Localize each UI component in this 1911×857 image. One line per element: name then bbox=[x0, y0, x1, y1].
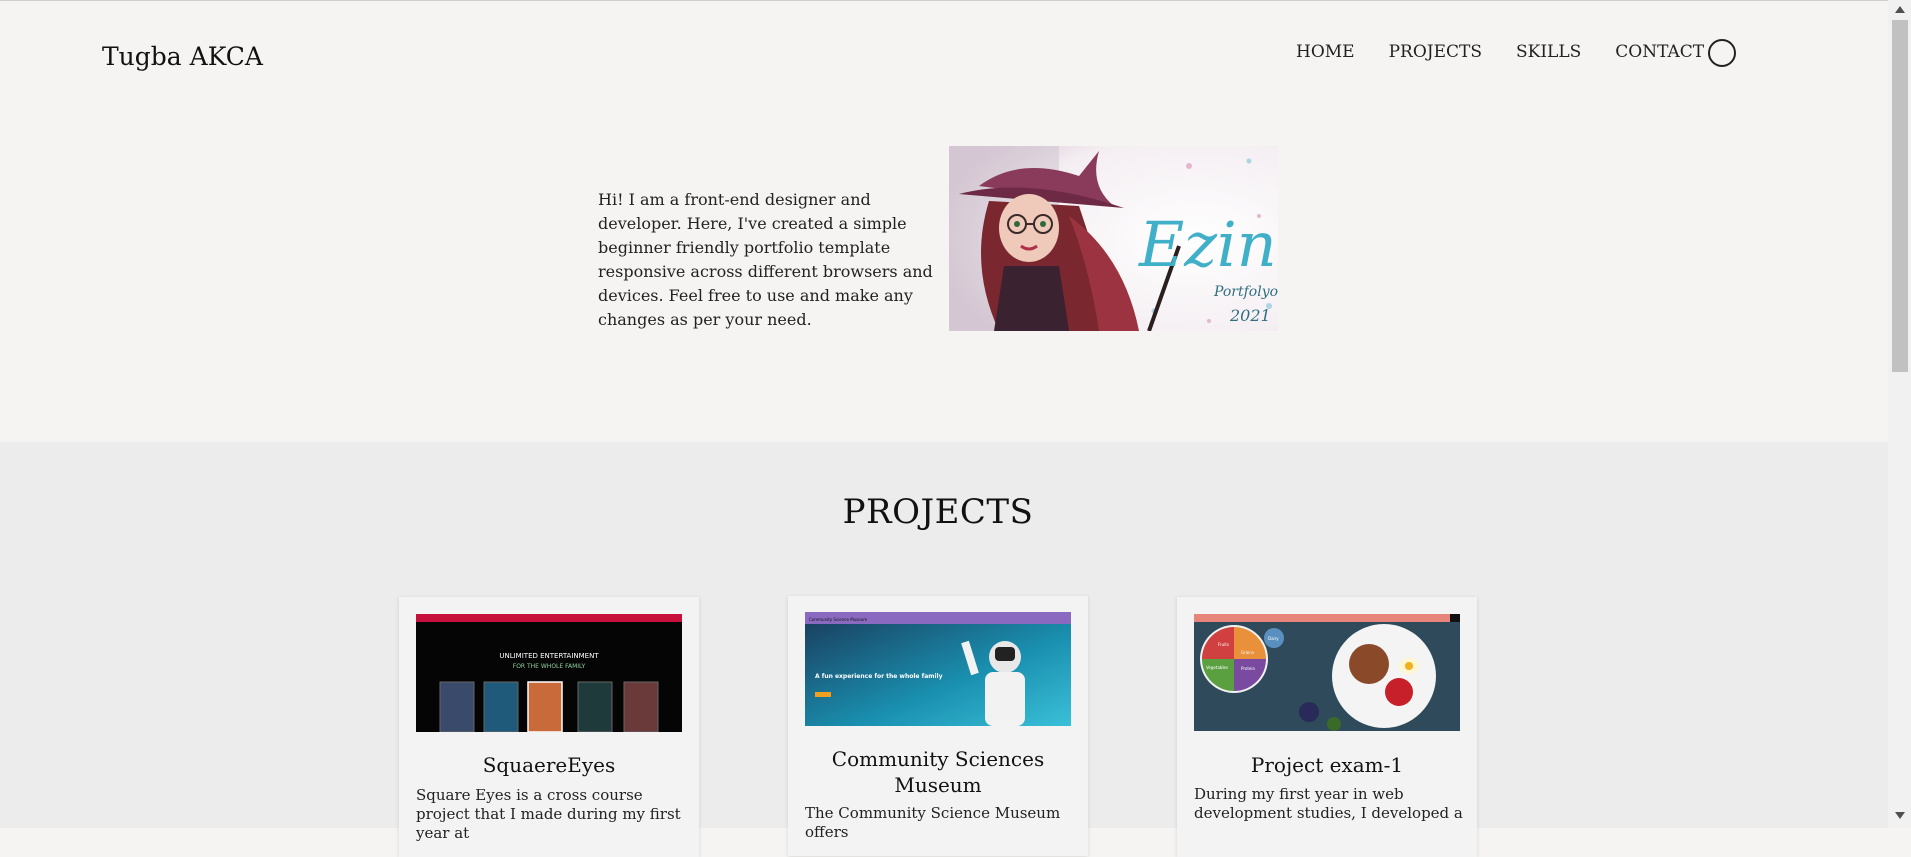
year-caption: 2021 bbox=[1229, 306, 1271, 325]
project-title: SquaereEyes bbox=[482, 753, 616, 777]
site-logo[interactable]: Tugba AKCA bbox=[102, 42, 263, 71]
signature-text: Ezin bbox=[1138, 208, 1277, 281]
label-fruits: Fruits bbox=[1218, 642, 1229, 647]
main-nav: HOME PROJECTS SKILLS CONTACT bbox=[1296, 42, 1704, 62]
museum-headline: A fun experience for the whole family bbox=[815, 673, 943, 680]
portfolio-caption: Portfolyo bbox=[1213, 284, 1278, 300]
squareeyes-headline: UNLIMITED ENTERTAINMENT bbox=[499, 652, 599, 660]
project-description: The Community Science Museum offers bbox=[805, 804, 1061, 841]
exam-preview: Fruits Grains Vegetables Protein Dairy bbox=[1194, 614, 1460, 731]
project-description: During my first year in web development … bbox=[1194, 785, 1463, 822]
projects-section: PROJECTS UNLIMITED ENTERTAINMENT FOR THE… bbox=[0, 442, 1888, 857]
label-grains: Grains bbox=[1241, 650, 1254, 655]
scroll-down-arrow-icon[interactable] bbox=[1895, 812, 1905, 819]
exam-screenshot[interactable]: Fruits Grains Vegetables Protein Dairy bbox=[1194, 614, 1460, 731]
squareeyes-subheadline: FOR THE WHOLE FAMILY bbox=[513, 663, 586, 670]
nav-projects-link[interactable]: PROJECTS bbox=[1389, 42, 1482, 62]
museum-brand: Community Science Museum bbox=[809, 617, 867, 622]
nav-contact-link[interactable]: CONTACT bbox=[1615, 42, 1704, 62]
project-card-squareeyes[interactable]: UNLIMITED ENTERTAINMENT FOR THE WHOLE FA… bbox=[399, 597, 699, 857]
vertical-scrollbar[interactable] bbox=[1888, 0, 1911, 828]
hero-illustration: Ezin Portfolyo 2021 bbox=[949, 146, 1278, 331]
label-dairy: Dairy bbox=[1268, 636, 1279, 641]
squareeyes-screenshot[interactable]: UNLIMITED ENTERTAINMENT FOR THE WHOLE FA… bbox=[416, 614, 682, 732]
site-header: Tugba AKCA HOME PROJECTS SKILLS CONTACT bbox=[0, 0, 1888, 110]
theme-toggle-button[interactable] bbox=[1708, 39, 1736, 67]
hero-intro-text: Hi! I am a front-end designer and develo… bbox=[598, 190, 933, 329]
museum-preview: Community Science Museum A fun experienc… bbox=[805, 612, 1071, 726]
project-description: Square Eyes is a cross course project th… bbox=[416, 786, 681, 842]
nav-home-link[interactable]: HOME bbox=[1296, 42, 1355, 62]
nav-skills-link[interactable]: SKILLS bbox=[1516, 42, 1581, 62]
scrollbar-thumb[interactable] bbox=[1892, 20, 1908, 372]
projects-heading: PROJECTS bbox=[842, 492, 1034, 532]
scroll-up-arrow-icon[interactable] bbox=[1895, 6, 1905, 13]
witch-illustration: Ezin Portfolyo 2021 bbox=[949, 146, 1278, 331]
label-vegetables: Vegetables bbox=[1206, 665, 1228, 670]
project-title: Project exam-1 bbox=[1250, 753, 1404, 777]
label-protein: Protein bbox=[1241, 666, 1255, 671]
project-title: Community Sciences Museum bbox=[831, 747, 1045, 797]
project-card-museum[interactable]: Community Science Museum A fun experienc… bbox=[788, 596, 1088, 856]
museum-screenshot[interactable]: Community Science Museum A fun experienc… bbox=[805, 612, 1071, 726]
project-card-exam[interactable]: Fruits Grains Vegetables Protein Dairy P… bbox=[1177, 597, 1477, 857]
squareeyes-preview: UNLIMITED ENTERTAINMENT FOR THE WHOLE FA… bbox=[416, 614, 682, 732]
